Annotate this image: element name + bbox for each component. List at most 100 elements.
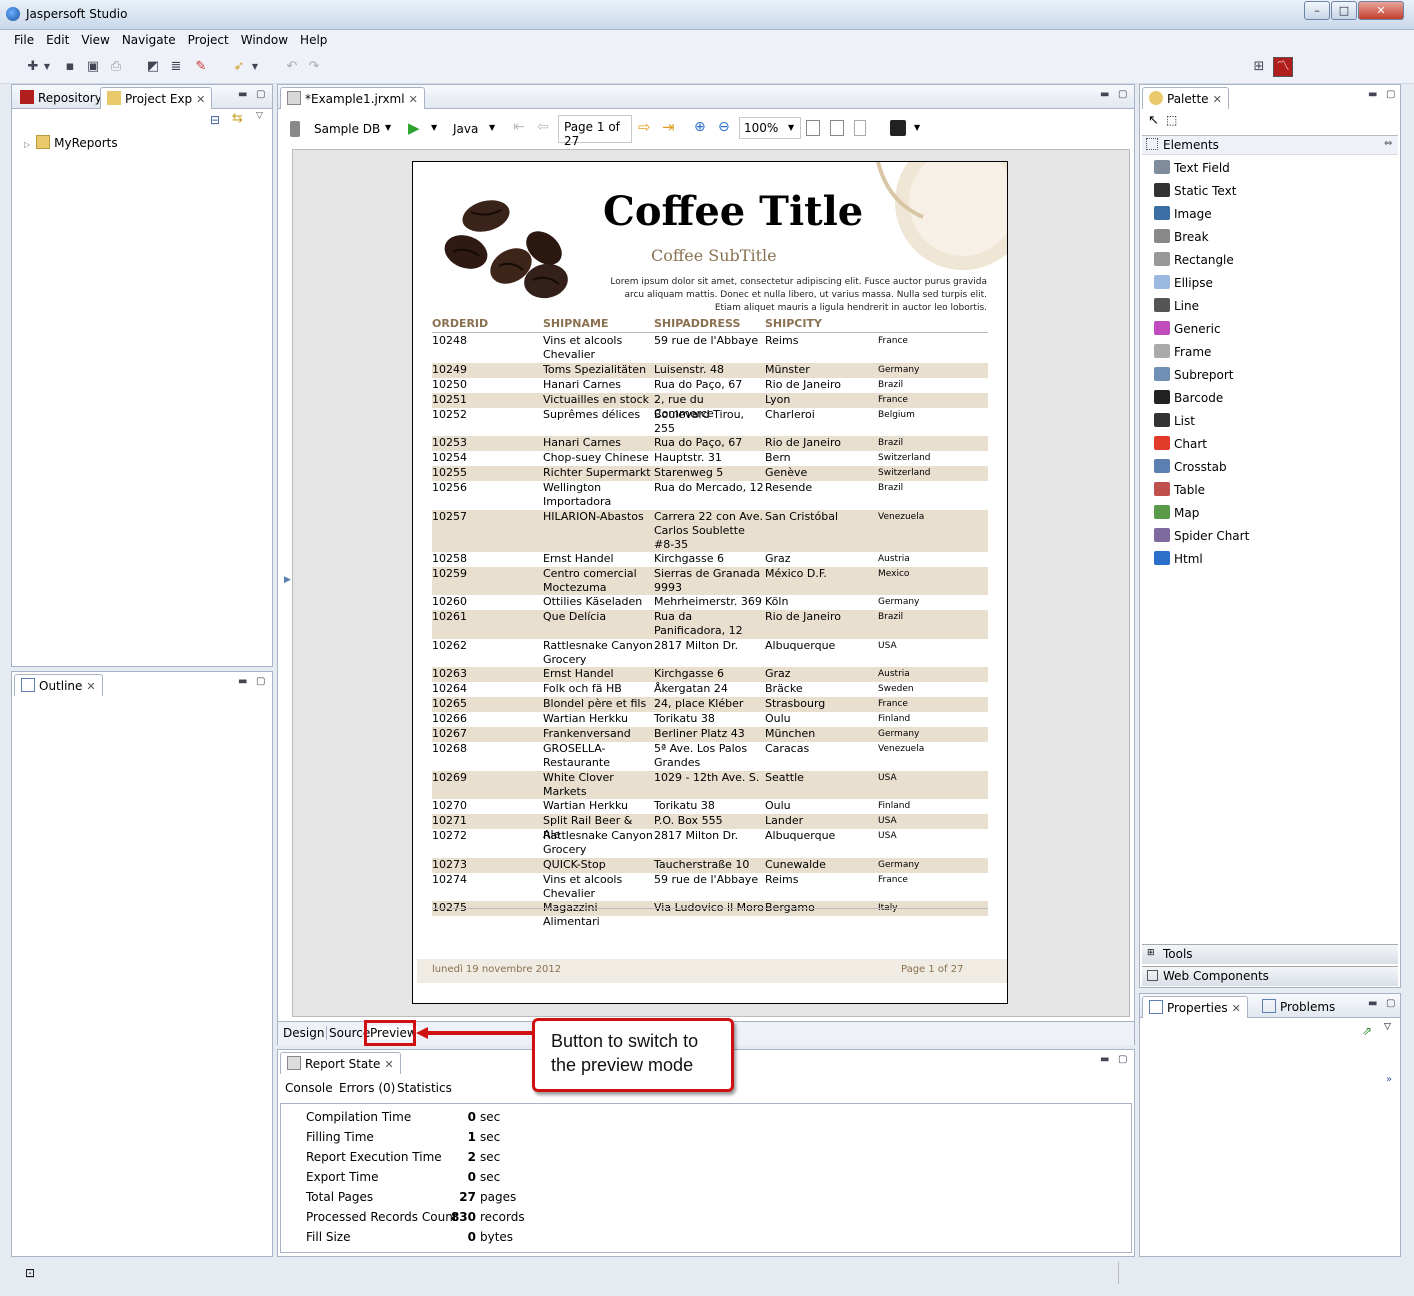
- new-icon[interactable]: ✚: [24, 58, 42, 76]
- edit-report-icon[interactable]: ✎: [192, 58, 210, 76]
- export-save-icon[interactable]: [890, 120, 906, 136]
- menu-window[interactable]: Window: [235, 30, 294, 47]
- perspective-icon[interactable]: ⊞: [1250, 58, 1268, 76]
- tab-problems[interactable]: Problems: [1256, 996, 1341, 1018]
- export-dropdown-icon[interactable]: ▼: [914, 123, 920, 132]
- minimize-icon[interactable]: ▬: [1368, 998, 1377, 1009]
- palette-item-spider-chart[interactable]: Spider Chart: [1154, 528, 1249, 543]
- database-icon[interactable]: ≣: [167, 58, 185, 76]
- palette-item-html[interactable]: Html: [1154, 551, 1203, 566]
- language-dropdown-icon[interactable]: ▼: [489, 123, 495, 132]
- collapse-all-icon[interactable]: ⊟: [210, 113, 220, 127]
- palette-item-rectangle[interactable]: Rectangle: [1154, 252, 1234, 267]
- close-button[interactable]: ✕: [1358, 1, 1404, 20]
- minimize-icon[interactable]: ▬: [238, 89, 247, 100]
- actual-size-icon[interactable]: [854, 120, 866, 136]
- palette-item-map[interactable]: Map: [1154, 505, 1199, 520]
- print-icon[interactable]: ⎙: [107, 58, 125, 76]
- maximize-icon[interactable]: ▢: [1118, 1054, 1127, 1065]
- minimize-icon[interactable]: ▬: [238, 676, 247, 687]
- fit-width-icon[interactable]: [830, 120, 844, 136]
- close-icon[interactable]: ✕: [1232, 1002, 1241, 1015]
- save-icon[interactable]: ▪: [61, 58, 79, 76]
- first-page-icon[interactable]: ⇤: [513, 119, 525, 135]
- tab-properties[interactable]: Properties ✕: [1142, 996, 1248, 1018]
- tab-design[interactable]: Design: [283, 1026, 324, 1040]
- datasource-dropdown-icon[interactable]: ▼: [385, 123, 391, 132]
- last-page-icon[interactable]: ⇥: [662, 118, 675, 136]
- palette-item-image[interactable]: Image: [1154, 206, 1212, 221]
- menu-edit[interactable]: Edit: [40, 30, 75, 47]
- select-tool-icon[interactable]: ↖: [1148, 113, 1159, 128]
- palette-item-frame[interactable]: Frame: [1154, 344, 1211, 359]
- expand-arrows-icon[interactable]: »: [1386, 1074, 1392, 1085]
- tab-palette[interactable]: Palette ✕: [1142, 87, 1229, 109]
- minimize-button[interactable]: –: [1304, 1, 1330, 20]
- compile-icon[interactable]: ◩: [144, 58, 162, 76]
- sidebar-toggle-icon[interactable]: ▶: [284, 575, 291, 585]
- palette-item-chart[interactable]: Chart: [1154, 436, 1207, 451]
- tab-outline[interactable]: Outline ✕: [14, 674, 103, 696]
- marquee-tool-icon[interactable]: ⬚: [1166, 113, 1177, 127]
- pin-icon[interactable]: ⇗: [1362, 1024, 1372, 1038]
- language-select[interactable]: Java: [453, 122, 478, 136]
- expand-icon[interactable]: ▷: [24, 140, 30, 149]
- elements-section-header[interactable]: Elements ⇔: [1142, 135, 1398, 155]
- minimize-icon[interactable]: ▬: [1368, 89, 1377, 100]
- maximize-icon[interactable]: ▢: [256, 676, 265, 687]
- tools-section[interactable]: ⊞ Tools: [1142, 944, 1398, 964]
- undo-icon[interactable]: ↶: [283, 58, 301, 76]
- minimize-icon[interactable]: ▬: [1100, 1054, 1109, 1065]
- datasource-select[interactable]: Sample DB: [314, 122, 380, 136]
- zoom-in-icon[interactable]: ⊕: [694, 119, 706, 135]
- run-dropdown-icon[interactable]: ▼: [431, 123, 437, 132]
- palette-item-subreport[interactable]: Subreport: [1154, 367, 1234, 382]
- palette-item-text-field[interactable]: Text Field: [1154, 160, 1230, 175]
- close-icon[interactable]: ✕: [384, 1058, 393, 1071]
- tab-project-explorer[interactable]: Project Exp ✕: [100, 87, 213, 109]
- menu-project[interactable]: Project: [182, 30, 235, 47]
- maximize-button[interactable]: □: [1331, 1, 1357, 20]
- tab-report-state[interactable]: Report State ✕: [280, 1052, 401, 1074]
- link-editor-icon[interactable]: ⇆: [232, 111, 243, 126]
- close-icon[interactable]: ✕: [196, 93, 205, 106]
- fast-view-icon[interactable]: ⊡: [25, 1266, 35, 1280]
- menu-view[interactable]: View: [75, 30, 115, 47]
- view-menu-icon[interactable]: ▽: [256, 111, 263, 121]
- palette-item-generic[interactable]: Generic: [1154, 321, 1221, 336]
- jaspersoft-perspective-icon[interactable]: 〽: [1273, 57, 1293, 77]
- palette-item-ellipse[interactable]: Ellipse: [1154, 275, 1213, 290]
- palette-item-list[interactable]: List: [1154, 413, 1195, 428]
- palette-item-crosstab[interactable]: Crosstab: [1154, 459, 1227, 474]
- redo-icon[interactable]: ↷: [305, 58, 323, 76]
- subtab-console[interactable]: Console: [285, 1081, 333, 1095]
- run-icon[interactable]: ▶: [408, 119, 420, 137]
- close-icon[interactable]: ✕: [409, 93, 418, 106]
- palette-item-barcode[interactable]: Barcode: [1154, 390, 1223, 405]
- publish-dropdown-icon[interactable]: ▼: [250, 58, 260, 76]
- previous-page-icon[interactable]: ⇦: [537, 119, 549, 135]
- menu-help[interactable]: Help: [294, 30, 333, 47]
- palette-item-static-text[interactable]: Static Text: [1154, 183, 1236, 198]
- subtab-statistics[interactable]: Statistics: [397, 1081, 452, 1095]
- publish-icon[interactable]: ➶: [230, 58, 248, 76]
- maximize-icon[interactable]: ▢: [1118, 89, 1127, 100]
- close-icon[interactable]: ✕: [86, 680, 95, 693]
- zoom-out-icon[interactable]: ⊖: [718, 119, 730, 135]
- save-all-icon[interactable]: ▣: [84, 58, 102, 76]
- page-indicator[interactable]: Page 1 of 27: [558, 115, 632, 148]
- palette-item-line[interactable]: Line: [1154, 298, 1199, 313]
- maximize-icon[interactable]: ▢: [1386, 998, 1395, 1009]
- maximize-icon[interactable]: ▢: [256, 89, 265, 100]
- collapse-section-icon[interactable]: ⇔: [1384, 138, 1392, 149]
- view-menu-icon[interactable]: ▽: [1384, 1022, 1391, 1032]
- tab-repository[interactable]: Repository: [14, 87, 108, 109]
- web-components-section[interactable]: Web Components: [1142, 966, 1398, 986]
- zoom-dropdown-icon[interactable]: ▼: [788, 123, 794, 132]
- next-page-icon[interactable]: ⇨: [638, 118, 651, 136]
- maximize-icon[interactable]: ▢: [1386, 89, 1395, 100]
- subtab-errors[interactable]: Errors (0): [339, 1081, 395, 1095]
- menu-file[interactable]: File: [8, 30, 40, 47]
- minimize-icon[interactable]: ▬: [1100, 89, 1109, 100]
- new-dropdown-icon[interactable]: ▼: [42, 58, 52, 76]
